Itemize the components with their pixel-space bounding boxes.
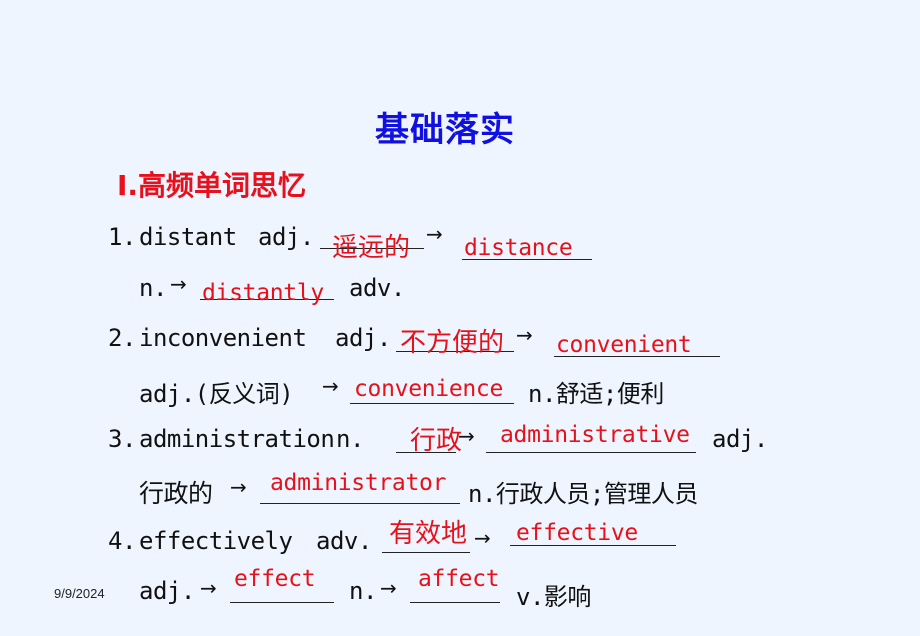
arrow-icon: → bbox=[474, 526, 491, 550]
answer-meaning: 不方便的 bbox=[400, 328, 505, 358]
item-pos: adv. bbox=[316, 527, 372, 555]
arrow-icon: → bbox=[170, 272, 187, 296]
answer-form: distantly bbox=[202, 280, 324, 306]
line2-suffix: v.影响 bbox=[516, 583, 591, 611]
pos-label: adj.(反义词) bbox=[139, 380, 294, 408]
arrow-icon: → bbox=[516, 323, 533, 347]
item-word: administration bbox=[139, 425, 335, 453]
answer-form: convenience bbox=[354, 376, 504, 402]
answer-form: effective bbox=[516, 520, 638, 546]
line2-prefix: 行政的 bbox=[139, 479, 213, 508]
line2-prefix: adj. bbox=[139, 577, 195, 605]
line2-prefix: adj.(反义词) bbox=[139, 374, 294, 409]
arrow-icon: → bbox=[380, 576, 397, 600]
arrow-icon: → bbox=[426, 222, 443, 246]
answer-form: administrator bbox=[270, 470, 447, 496]
arrow-icon: → bbox=[458, 424, 475, 448]
line2-mid: n. bbox=[349, 577, 377, 605]
answer-form: effect bbox=[234, 566, 316, 592]
item-pos: adj. bbox=[335, 324, 391, 352]
item-number: 1. bbox=[108, 223, 136, 251]
item-pos: n. bbox=[336, 425, 364, 453]
arrow-icon: → bbox=[322, 374, 339, 398]
slide-date: 9/9/2024 bbox=[54, 586, 105, 601]
line2-prefix: n. bbox=[139, 274, 167, 302]
answer-form: administrative bbox=[500, 422, 690, 448]
answer-meaning: 行政 bbox=[410, 426, 463, 456]
answer-blank bbox=[382, 552, 470, 553]
slide-title: 基础落实 bbox=[375, 110, 515, 150]
item-number: 3. bbox=[108, 425, 136, 453]
item-word: distant bbox=[139, 223, 237, 251]
answer-meaning: 有效地 bbox=[389, 519, 468, 549]
line2-suffix: adv. bbox=[349, 274, 405, 302]
answer-blank bbox=[486, 452, 696, 453]
line2-suffix: n.舒适;便利 bbox=[528, 380, 664, 408]
item-number: 4. bbox=[108, 527, 136, 555]
item-word: inconvenient bbox=[139, 324, 307, 352]
item-number: 2. bbox=[108, 324, 136, 352]
answer-meaning: 遥远的 bbox=[332, 233, 411, 263]
answer-form: distance bbox=[464, 235, 573, 261]
answer-blank bbox=[260, 503, 460, 504]
answer-form: affect bbox=[418, 566, 500, 592]
answer-blank bbox=[230, 602, 334, 603]
arrow-icon: → bbox=[230, 475, 247, 499]
line1-suffix: adj. bbox=[712, 425, 768, 453]
line2-suffix: n.行政人员;管理人员 bbox=[468, 480, 698, 508]
item-pos: adj. bbox=[258, 223, 314, 251]
answer-blank bbox=[350, 403, 514, 404]
section-heading: Ⅰ.高频单词思忆 bbox=[117, 169, 307, 202]
item-word: effectively bbox=[139, 527, 293, 555]
arrow-icon: → bbox=[200, 576, 217, 600]
answer-blank bbox=[410, 602, 500, 603]
answer-form: convenient bbox=[556, 332, 692, 358]
